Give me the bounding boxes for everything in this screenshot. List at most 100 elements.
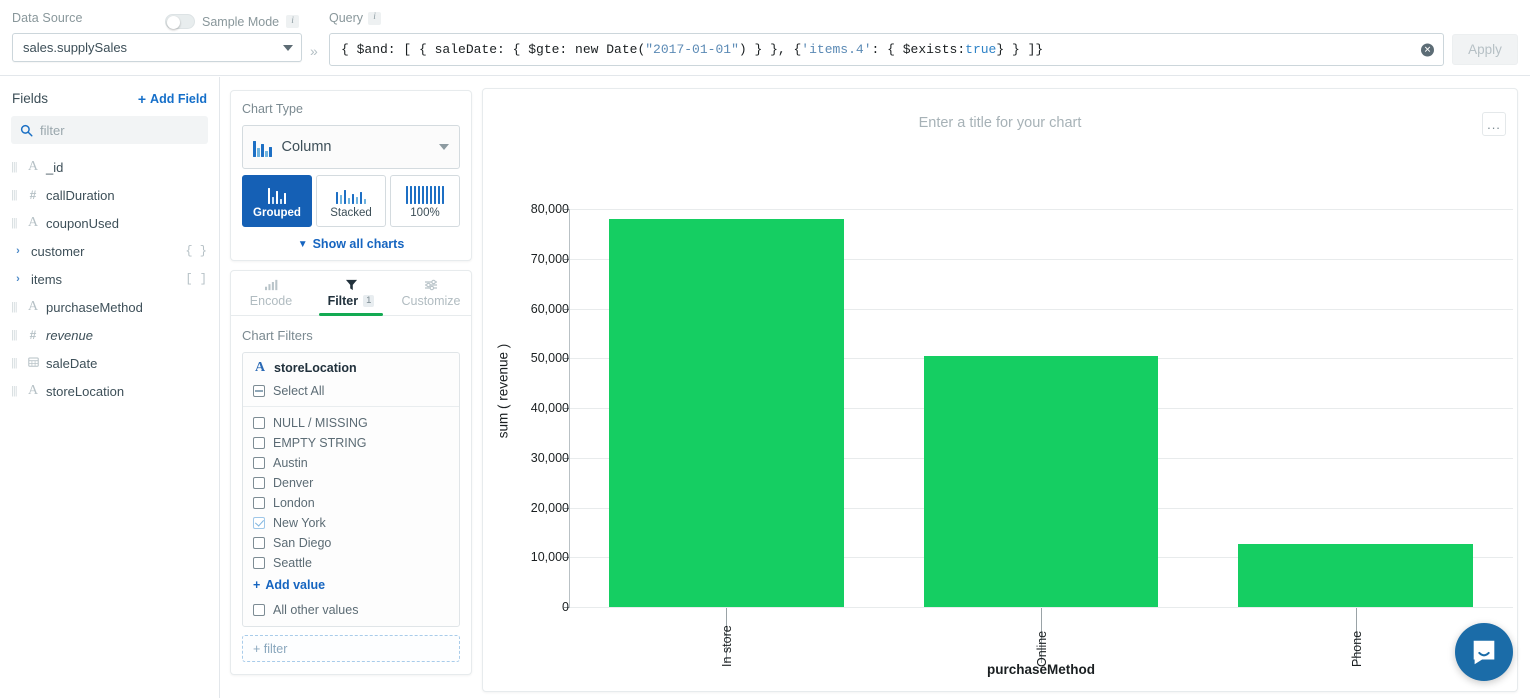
all-other-values-checkbox[interactable] (253, 604, 265, 616)
filter-value-checkbox[interactable] (253, 437, 265, 449)
filter-value-item[interactable]: Seattle (253, 553, 449, 573)
chart-type-select[interactable]: Column (242, 125, 460, 169)
field-row-items[interactable]: ›items[ ] (0, 265, 219, 293)
add-field-label: Add Field (150, 92, 207, 106)
filter-value-label: Seattle (273, 556, 312, 570)
drag-handle-icon[interactable]: ||| (11, 385, 20, 397)
y-tick-label: 20,000 (531, 501, 569, 515)
fields-filter-placeholder: filter (40, 123, 65, 138)
chart-variant-stacked[interactable]: Stacked (316, 175, 386, 227)
field-row-saleDate[interactable]: ||| saleDate (0, 349, 219, 377)
chart-variant-grouped[interactable]: Grouped (242, 175, 312, 227)
filter-value-checkbox[interactable] (253, 417, 265, 429)
tab-customize[interactable]: Customize (391, 271, 471, 315)
filter-value-item[interactable]: Austin (253, 453, 449, 473)
field-name: callDuration (46, 188, 115, 203)
filter-value-checkbox[interactable] (253, 537, 265, 549)
drag-handle-icon[interactable]: ||| (11, 217, 20, 229)
info-icon[interactable]: i (368, 12, 381, 25)
field-row-couponUsed[interactable]: |||AcouponUsed (0, 209, 219, 237)
data-source-select[interactable]: sales.supplySales (12, 33, 302, 62)
toggle-knob (167, 16, 180, 29)
all-other-values-row[interactable]: All other values (243, 599, 459, 626)
add-field-button[interactable]: + Add Field (138, 92, 207, 106)
clear-icon[interactable]: ✕ (1421, 43, 1434, 56)
filter-value-label: Austin (273, 456, 308, 470)
bar-online[interactable] (924, 356, 1158, 607)
drag-handle-icon[interactable]: ||| (11, 189, 20, 201)
field-name: saleDate (46, 356, 97, 371)
chart-variant-group: Grouped Stacked100% (242, 175, 460, 227)
field-row-purchaseMethod[interactable]: |||ApurchaseMethod (0, 293, 219, 321)
column-chart-icon (253, 137, 272, 157)
drag-handle-icon[interactable]: ||| (11, 301, 20, 313)
add-filter-dropzone[interactable]: + filter (242, 635, 460, 662)
chart-builder-app: Data Source sales.supplySales Sample Mod… (0, 0, 1530, 698)
bar-in-store[interactable] (609, 219, 843, 607)
fields-header: Fields + Add Field (0, 77, 219, 106)
filter-value-item[interactable]: San Diego (253, 533, 449, 553)
apply-button[interactable]: Apply (1452, 34, 1518, 65)
field-row-revenue[interactable]: |||#revenue (0, 321, 219, 349)
tab-label: Customize (401, 294, 460, 308)
plus-icon: + (138, 92, 146, 106)
filter-value-item[interactable]: London (253, 493, 449, 513)
tab-filter[interactable]: Filter1 (311, 271, 391, 315)
chart-type-card: Chart Type Column GroupedStacked100% ▼ S… (230, 90, 472, 261)
filter-value-item[interactable]: NULL / MISSING (253, 413, 449, 433)
filter-value-item[interactable]: Denver (253, 473, 449, 493)
tab-encode[interactable]: Encode (231, 271, 311, 315)
field-row-storeLocation[interactable]: ||| AstoreLocation (0, 377, 219, 405)
funnel-icon (345, 279, 358, 291)
tab-label-row: Filter1 (328, 294, 375, 308)
show-all-charts-button[interactable]: ▼ Show all charts (242, 237, 460, 251)
add-value-button[interactable]: + Add value (243, 575, 459, 599)
chart-plot-area: sum ( revenue ) purchaseMethod 010,00020… (483, 89, 1519, 693)
chart-variant-100-[interactable]: 100% (390, 175, 460, 227)
sample-mode-toggle[interactable] (165, 14, 195, 29)
filter-value-checkbox[interactable] (253, 557, 265, 569)
drag-handle-icon[interactable]: ||| (11, 357, 20, 369)
field-row-callDuration[interactable]: |||#callDuration (0, 181, 219, 209)
chevron-down-icon (283, 45, 293, 51)
filter-value-item[interactable]: New York (253, 513, 449, 533)
fields-title: Fields (12, 91, 48, 106)
info-icon[interactable]: i (286, 15, 299, 28)
field-row-customer[interactable]: ›customer{ } (0, 237, 219, 265)
field-row-_id[interactable]: |||A_id (0, 153, 219, 181)
filter-value-checkbox[interactable] (253, 477, 265, 489)
plus-icon: + (253, 578, 260, 592)
select-all-checkbox[interactable] (253, 385, 265, 397)
field-name: storeLocation (46, 384, 124, 399)
chevron-double-right-icon[interactable]: » (310, 43, 318, 59)
filter-value-item[interactable]: EMPTY STRING (253, 433, 449, 453)
field-name: _id (46, 160, 63, 175)
data-source-value: sales.supplySales (23, 40, 127, 55)
field-list: |||A_id|||#callDuration|||AcouponUsed›cu… (0, 153, 219, 405)
fields-filter-input[interactable]: filter (11, 116, 208, 144)
chevron-right-icon[interactable]: › (11, 274, 25, 285)
chart-options-card: Encode Filter1 Customize Chart Filters A s… (230, 270, 472, 675)
top-toolbar: Data Source sales.supplySales Sample Mod… (0, 0, 1530, 76)
filter-field-header[interactable]: A storeLocation (243, 353, 459, 381)
sample-mode-label: Sample Mode (202, 15, 279, 29)
drag-handle-icon[interactable]: ||| (11, 329, 20, 341)
chart-filters-title: Chart Filters (242, 328, 460, 343)
chat-launcher-button[interactable] (1455, 623, 1513, 681)
chevron-right-icon[interactable]: › (11, 246, 25, 257)
y-axis-title: sum ( revenue ) (496, 344, 511, 439)
string-type-icon: A (26, 216, 40, 230)
filter-value-label: London (273, 496, 315, 510)
filter-value-checkbox[interactable] (253, 517, 265, 529)
chart-card: Enter a title for your chart ... sum ( r… (482, 88, 1518, 692)
string-type-icon: A (26, 384, 40, 398)
drag-handle-icon[interactable]: ||| (11, 161, 20, 173)
bar-phone[interactable] (1238, 544, 1472, 607)
filter-value-checkbox[interactable] (253, 497, 265, 509)
filter-field-name: storeLocation (274, 361, 357, 375)
filter-select-all-row[interactable]: Select All (243, 381, 459, 407)
string-type-icon: A (253, 361, 267, 375)
query-input[interactable]: { $and: [ { saleDate: { $gte: new Date("… (329, 33, 1444, 66)
variant-label: Grouped (253, 207, 301, 219)
filter-value-checkbox[interactable] (253, 457, 265, 469)
